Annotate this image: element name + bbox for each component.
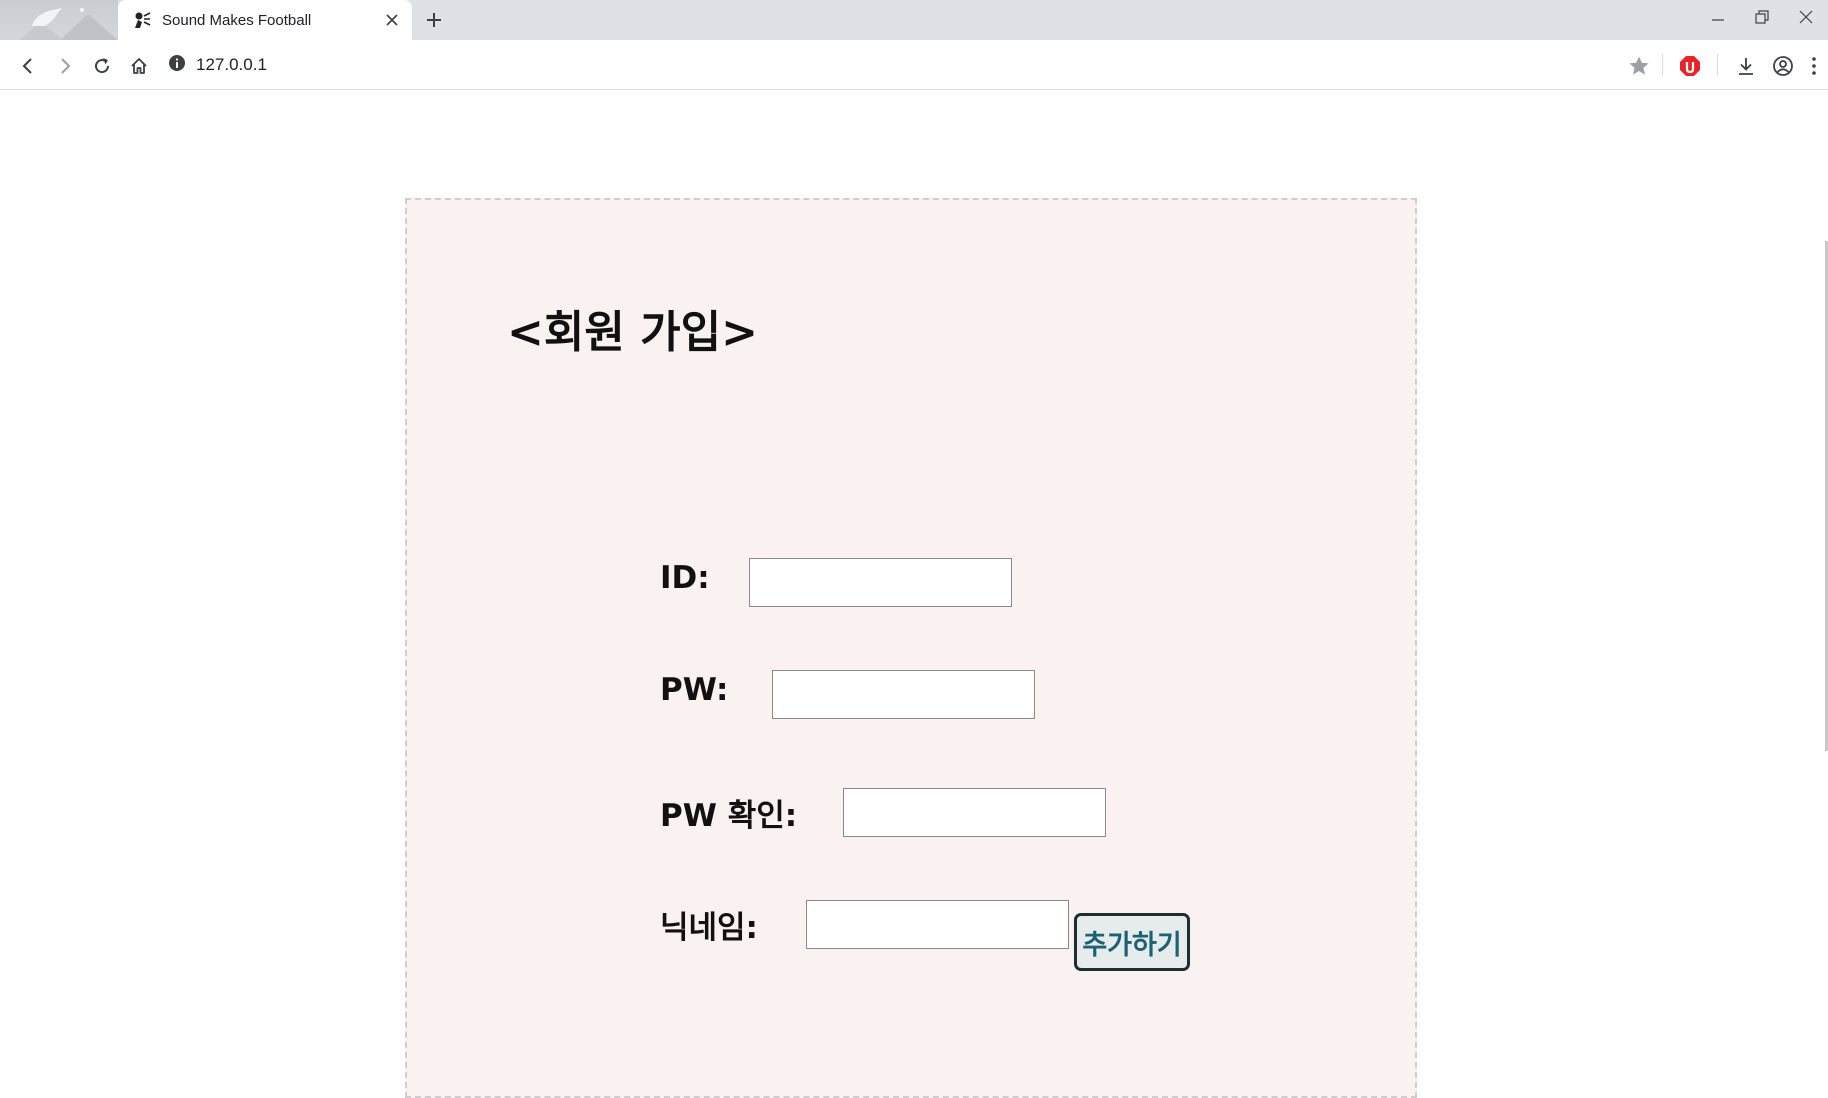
bookmark-star-icon[interactable] [1624,51,1654,81]
theme-artwork-icon [20,8,118,40]
tab-title: Sound Makes Football [162,11,312,29]
add-button[interactable]: 추가하기 [1074,913,1190,971]
pw-confirm-input[interactable] [843,788,1106,837]
nickname-label: 닉네임: [660,910,758,946]
minimize-icon[interactable] [1696,0,1740,34]
page-title: <회원 가입> [507,307,758,358]
site-favicon-icon [132,10,152,30]
menu-kebab-icon[interactable] [1803,51,1825,81]
home-icon[interactable] [124,51,154,81]
browser-tab-active[interactable]: Sound Makes Football [118,0,412,40]
signup-form: <회원 가입> ID: PW: PW 확인: 닉네임: 추가하기 [405,198,1417,1098]
tab-close-icon[interactable] [378,6,406,34]
restore-icon[interactable] [1740,0,1784,34]
page-viewport: <회원 가입> ID: PW: PW 확인: 닉네임: 추가하기 [0,91,1828,1098]
id-input[interactable] [749,558,1012,607]
url-text: 127.0.0.1 [196,55,267,74]
reload-icon[interactable] [87,51,117,81]
address-bar[interactable]: 127.0.0.1 [168,48,267,82]
pw-label: PW: [660,672,729,708]
site-info-icon[interactable] [168,54,186,76]
close-window-icon[interactable] [1784,0,1828,34]
nickname-input[interactable] [806,900,1069,949]
browser-theme-area [0,0,118,40]
adblock-extension-icon[interactable] [1675,51,1705,81]
id-label: ID: [660,560,710,596]
browser-toolbar: 127.0.0.1 [0,40,1828,90]
pw-input[interactable] [772,670,1035,719]
toolbar-separator [1717,54,1718,76]
back-icon[interactable] [13,51,43,81]
forward-icon[interactable] [50,51,80,81]
pw-confirm-label: PW 확인: [660,798,798,834]
download-icon[interactable] [1731,51,1761,81]
account-icon[interactable] [1768,51,1798,81]
browser-titlebar: Sound Makes Football [0,0,1828,40]
window-controls [1696,0,1828,34]
toolbar-separator [1662,54,1663,76]
new-tab-icon[interactable] [420,6,448,34]
